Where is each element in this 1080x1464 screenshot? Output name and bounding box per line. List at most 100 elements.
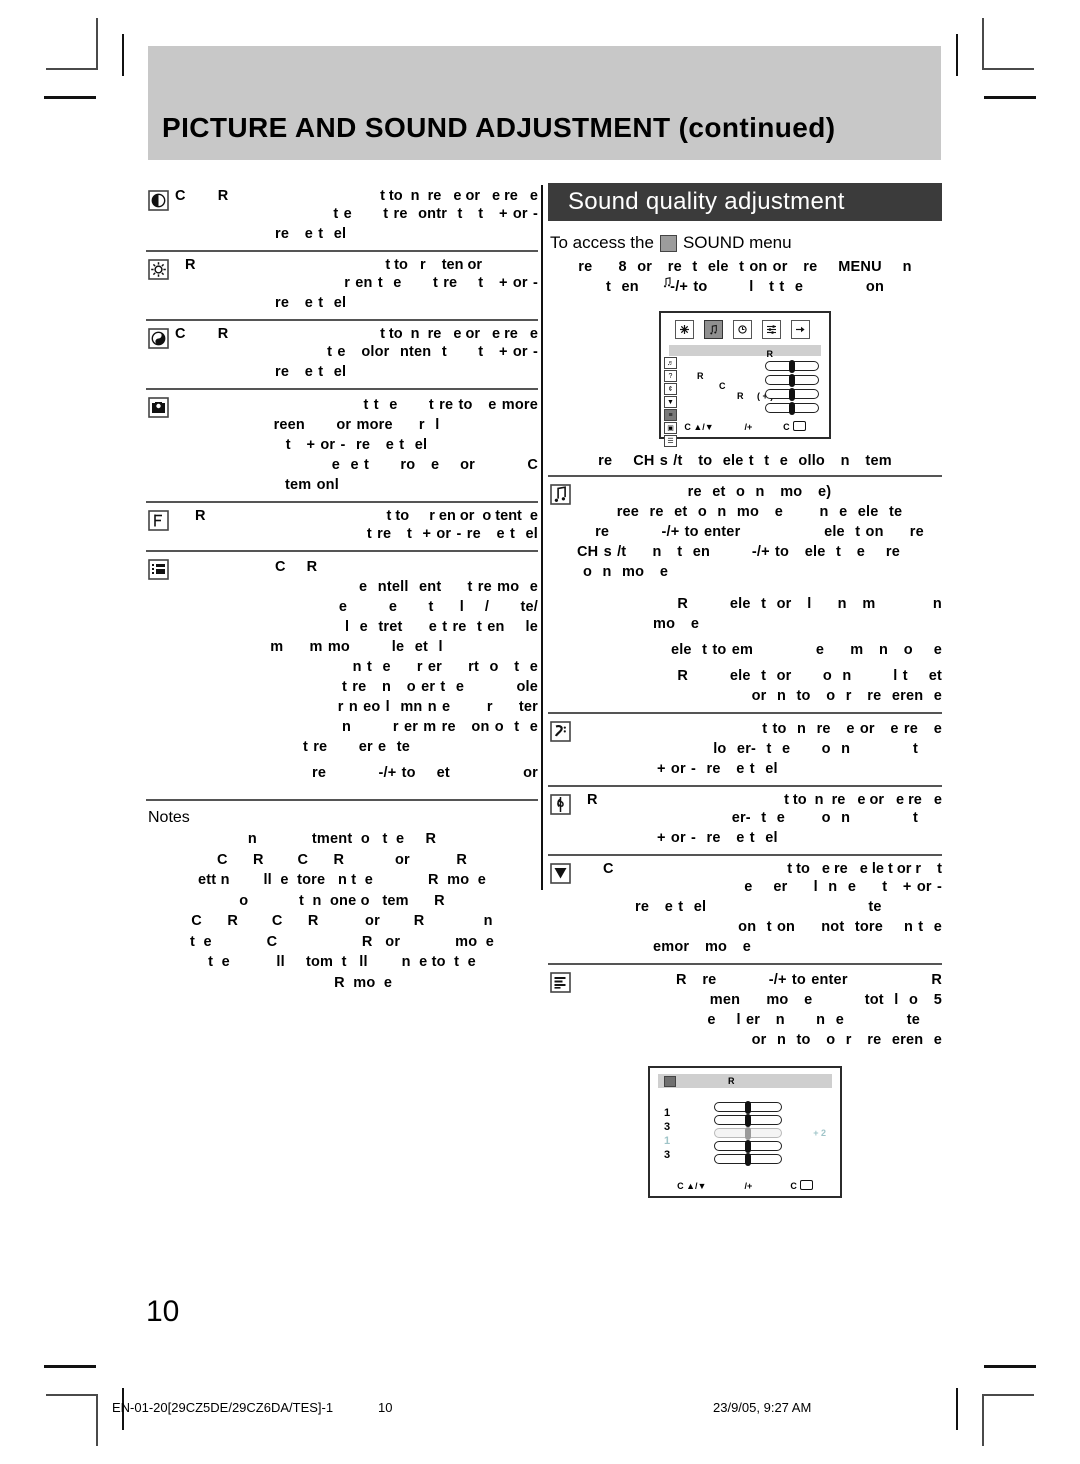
osd-side-item[interactable]: ☰ [664, 435, 677, 447]
feature-line: re e t el te [635, 899, 882, 915]
feature-line: o n mo e [583, 564, 669, 580]
feature-row-equalizer: R re -/+ to enter R men mo e tot l o 5 e… [548, 965, 942, 1056]
timer-tab-icon[interactable] [733, 320, 752, 339]
feature-row-brightness: R t to r ten or r en t e t re t + or - r… [146, 252, 538, 321]
feature-label: R [195, 508, 206, 524]
crop-mark-top-right [956, 18, 1054, 114]
notes-divider [146, 799, 538, 801]
note-line: C R C R or R [216, 851, 468, 868]
osd-slider[interactable] [765, 387, 819, 401]
osd-side-item[interactable]: ¢ [664, 383, 677, 395]
column-divider [541, 185, 543, 890]
osd-slider-knob[interactable] [745, 1139, 751, 1153]
feature-line: + or - re e t el [657, 830, 778, 846]
feature-row-tint: R t to r en or o tent e t re t + or - re… [146, 503, 538, 552]
contrast-icon [148, 190, 169, 211]
feature-tab-icon[interactable] [762, 320, 781, 339]
feature-line: emor mo e [653, 939, 752, 955]
feature-row-balance: C t to e re e le t or r t e er l n e t +… [548, 856, 942, 965]
feature-line: or n to o r re eren e [751, 688, 942, 704]
osd-side-item[interactable]: ? [664, 370, 677, 382]
feature-line: n r er m re on o t e [341, 719, 538, 735]
osd-hint-plusminus: /+ [744, 421, 753, 432]
treble-icon [550, 794, 571, 815]
osd-slider-knob[interactable] [745, 1152, 751, 1166]
install-tab-icon[interactable] [791, 320, 810, 339]
feature-line: m m mo le et l [270, 639, 443, 655]
picture-tab-icon[interactable] [675, 320, 694, 339]
left-column: C R t to n re e or e re e t e t re ontr … [146, 183, 538, 993]
feature-line: reen or more r l [273, 417, 440, 433]
note-line: C R C R or R n [191, 913, 493, 929]
select-item-header-line: re CH s /t to ele t t e ollo n tem [598, 453, 892, 469]
osd-eq-title-bar: R [658, 1074, 832, 1088]
feature-line: er- t e o n t [731, 810, 918, 826]
feature-label: C [603, 861, 614, 877]
colour-icon [148, 328, 169, 349]
note-line: R mo e [291, 974, 393, 991]
osd-equalizer-diagram: R 1 3 1 3 + 2 C ▲/▼ /+ C [648, 1066, 842, 1198]
right-column: Sound quality adjustment To access the S… [548, 183, 942, 1198]
osd-slider-knob[interactable] [745, 1126, 751, 1140]
osd-slider-knob[interactable] [789, 359, 795, 373]
osd-label-2: C [719, 381, 726, 391]
crop-mark-bottom-left [26, 1350, 124, 1446]
osd-eq-slider[interactable] [714, 1139, 782, 1153]
osd-eq-slider[interactable] [714, 1113, 782, 1127]
sound-tab-icon[interactable] [704, 320, 723, 339]
osd-slider-knob[interactable] [789, 401, 795, 415]
feature-line: mo e [653, 616, 700, 632]
feature-line: t re n o er t e ole [342, 679, 538, 695]
osd-slider-knob[interactable] [789, 387, 795, 401]
osd-eq-slider-selected[interactable] [714, 1126, 782, 1140]
bass-icon [550, 721, 571, 742]
intro-instruction: re 8 or re t ele t on or re MENU n t en … [548, 257, 942, 297]
feature-line: t to n re e or e re e [380, 326, 538, 342]
feature-row-picture-mode: C R e ntell ent t re mo e e e t l / te/ … [146, 552, 538, 789]
feature-label: C R [275, 559, 318, 575]
page-number: 10 [146, 1295, 180, 1328]
crop-mark-bottom-right [956, 1350, 1054, 1446]
osd-eq-level: 3 [664, 1121, 671, 1133]
page-title: PICTURE AND SOUND ADJUSTMENT (continued) [162, 112, 836, 143]
feature-line: t to e re e le t or r t [787, 861, 942, 877]
feature-line: re -/+ to et or [312, 765, 538, 781]
feature-line: r n eo l mn n e r ter [337, 699, 538, 715]
feature-line: ree re et o n mo e n e ele te [616, 504, 903, 520]
osd-eq-slider-group [714, 1100, 782, 1166]
tint-icon [148, 510, 169, 531]
osd-eq-slider[interactable] [714, 1100, 782, 1114]
osd-side-item[interactable]: ▼ [664, 396, 677, 408]
osd-side-item[interactable]: ♬ [664, 357, 677, 369]
feature-row-bass: t to n re e or e re e lo er- t e o n t +… [548, 714, 942, 787]
osd-slider[interactable] [765, 401, 819, 415]
intro-line: t en -/+ to l t t e on [605, 279, 885, 295]
osd-slider-knob[interactable] [745, 1113, 751, 1127]
osd-eq-slider[interactable] [714, 1152, 782, 1166]
feature-row-sound-preset: re et o n mo e) ree re et o n mo e n e e… [548, 477, 942, 714]
feature-row-sharpness: t t e t re to e more reen or more r l t … [146, 390, 538, 503]
osd-slider[interactable] [765, 373, 819, 387]
feature-line: re e t el [275, 226, 347, 242]
feature-line: e l er n n e te [707, 1012, 920, 1028]
notes-body: n tment o t e R C R C R or R ett n ll e … [146, 829, 538, 993]
feature-row-colour: C R t to n re e or e re e t e olor nten … [146, 321, 538, 390]
brightness-icon [148, 259, 169, 280]
osd-side-item-selected[interactable]: ≡ [664, 409, 677, 421]
access-text-after: SOUND menu [682, 233, 792, 252]
feature-line: re -/+ to enter ele t on re [595, 524, 924, 540]
feature-line: lo er- t e o n t [713, 741, 918, 757]
feature-line: tem onl [285, 477, 339, 493]
feature-line: t t e t re to e more [363, 397, 538, 413]
osd-footer-hints: C ▲/▼ /+ C [661, 421, 829, 432]
feature-line: R ele t or o n l t et [677, 668, 942, 684]
note-line: n tment o t e R [247, 831, 437, 847]
feature-label: R [587, 792, 598, 808]
osd-slider[interactable] [765, 359, 819, 373]
osd-label-top-right: R [766, 349, 774, 359]
osd-slider-knob[interactable] [745, 1100, 751, 1114]
feature-line: t re er e te [302, 739, 411, 755]
osd-side-item-list: ♬ ? ¢ ▼ ≡ ▣ ☰ [664, 357, 677, 447]
footer-filename: EN-01-20[29CZ5DE/29CZ6DA/TES]-1 [112, 1400, 334, 1415]
osd-slider-knob[interactable] [789, 373, 795, 387]
